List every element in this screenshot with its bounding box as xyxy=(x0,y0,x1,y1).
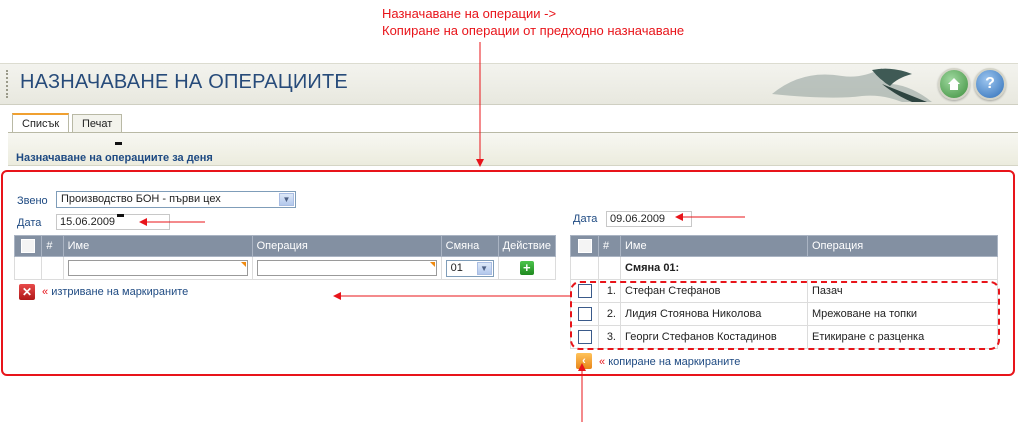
annotation-arrows xyxy=(139,42,745,422)
